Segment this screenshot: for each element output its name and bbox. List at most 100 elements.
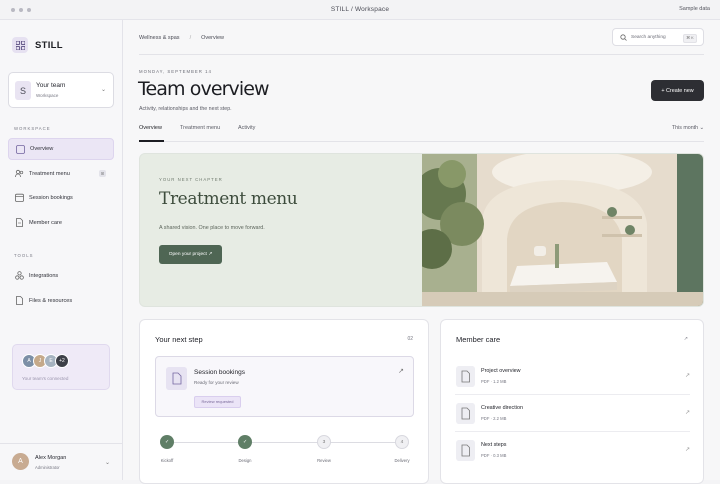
progress-track — [167, 442, 402, 443]
files-icon — [16, 296, 23, 305]
team-switcher[interactable]: S Your team Workspace ⌄ — [8, 72, 114, 108]
file-title: Creative direction — [481, 405, 523, 411]
open-arrow-icon[interactable]: ↗ — [685, 409, 690, 416]
user-name: Alex Morgan — [35, 455, 67, 461]
hero-banner: YOUR NEXT CHAPTER Treatment menu A share… — [139, 153, 704, 307]
breadcrumb-item[interactable]: Overview — [201, 35, 224, 41]
file-meta: PDF · 2.2 MB — [481, 416, 507, 421]
active-tab-indicator — [139, 140, 164, 142]
progress-label: Design — [238, 458, 252, 463]
integrations-icon — [15, 271, 24, 280]
open-project-button[interactable]: Open your project ↗ — [159, 245, 222, 264]
search-input[interactable]: Search anything ⌘ K — [612, 28, 704, 46]
main-content: Wellness & spas / Overview Search anythi… — [123, 20, 720, 484]
next-step-card: Your next step 02 Session bookings Ready… — [139, 319, 429, 484]
breadcrumb-separator: / — [189, 35, 192, 41]
window-title: STILL / Workspace — [330, 6, 390, 13]
period-select[interactable]: This month ⌄ — [672, 125, 704, 131]
team-avatar: S — [15, 81, 31, 100]
open-arrow-icon[interactable]: ↗ — [685, 446, 690, 453]
progress-step-review[interactable]: 3 — [317, 435, 331, 449]
sample-data-label[interactable]: Sample data — [679, 6, 710, 12]
sidebar-item-label: Session bookings — [29, 195, 73, 201]
file-title: Project overview — [481, 368, 521, 374]
file-row[interactable]: Creative direction PDF · 2.2 MB ↗ — [455, 395, 690, 432]
next-step-item[interactable]: Session bookings Ready for your review R… — [155, 356, 414, 417]
breadcrumb: Wellness & spas / Overview — [139, 35, 224, 41]
calendar-icon — [15, 193, 24, 202]
chevron-down-icon: ⌄ — [104, 460, 110, 466]
step-title: Session bookings — [194, 369, 245, 376]
step-count: 02 — [407, 336, 413, 342]
sidebar-item-session-bookings[interactable]: Session bookings — [8, 187, 114, 209]
tab-bar: Overview Treatment menu Activity This mo… — [139, 125, 704, 142]
hero-title: Treatment menu — [159, 189, 298, 209]
window-titlebar: STILL / Workspace Sample data — [0, 0, 720, 20]
sidebar-item-overview[interactable]: Overview — [8, 138, 114, 160]
file-row[interactable]: Next steps PDF · 0.3 MB ↗ — [455, 432, 690, 469]
sidebar-item-label: Treatment menu — [29, 171, 70, 177]
team-connected-card[interactable]: A J E +2 Your team's connected — [12, 344, 110, 390]
pdf-file-icon — [456, 440, 475, 461]
hero-kicker: YOUR NEXT CHAPTER — [159, 177, 223, 182]
user-role: Administrator — [35, 465, 60, 470]
connected-text: Your team's connected — [22, 376, 69, 381]
file-row[interactable]: Project overview PDF · 1.2 MB ↗ — [455, 358, 690, 395]
user-menu[interactable]: A Alex Morgan Administrator ⌄ — [0, 443, 123, 480]
sidebar-item-label: Overview — [30, 146, 54, 152]
progress-label: Review — [317, 458, 331, 463]
card-title: Member care — [456, 335, 501, 344]
open-arrow-icon[interactable]: ↗ — [685, 372, 690, 379]
status-badge: Review requested — [194, 396, 241, 408]
sidebar-item-files-resources[interactable]: Files & resources — [8, 290, 114, 312]
search-icon — [620, 34, 627, 41]
logo-grid-icon — [12, 37, 28, 53]
document-icon — [166, 367, 187, 390]
tab-activity[interactable]: Activity — [238, 125, 255, 131]
progress-label: Delivery — [394, 458, 410, 463]
team-avatars: A J E +2 — [22, 354, 69, 368]
card-title: Your next step — [155, 335, 203, 344]
avatar: A — [12, 453, 29, 470]
pdf-file-icon — [456, 403, 475, 424]
workspace-section-label: WORKSPACE — [14, 126, 51, 131]
tools-section-label: TOOLS — [14, 253, 34, 258]
team-name: Your team — [36, 82, 66, 89]
progress-step-design[interactable]: ✓ — [238, 435, 252, 449]
file-meta: PDF · 0.3 MB — [481, 453, 507, 458]
search-placeholder: Search anything — [631, 34, 666, 40]
divider — [139, 54, 704, 55]
member-care-card: Member care ↗ Project overview PDF · 1.2… — [440, 319, 704, 484]
people-icon — [15, 169, 24, 178]
open-arrow-icon[interactable]: ↗ — [398, 367, 404, 375]
sidebar-item-label: Member care — [29, 220, 62, 226]
file-meta: PDF · 1.2 MB — [481, 379, 507, 384]
sidebar-item-member-care[interactable]: Member care — [8, 212, 114, 234]
hero-text: A shared vision. One place to move forwa… — [159, 225, 265, 231]
sidebar-item-label: Integrations — [29, 273, 59, 279]
logo-text: STILL — [35, 39, 63, 51]
sidebar-item-label: Files & resources — [29, 298, 73, 304]
progress-step-kickoff[interactable]: ✓ — [160, 435, 174, 449]
spa-room-image — [422, 154, 703, 306]
progress-step-delivery[interactable]: 4 — [395, 435, 409, 449]
page-title: Team overview — [138, 78, 270, 100]
step-subtitle: Ready for your review — [194, 380, 239, 385]
progress-label: Kickoff — [160, 458, 174, 463]
keyboard-shortcut: ⌘ K — [683, 33, 697, 43]
breadcrumb-item[interactable]: Wellness & spas — [139, 35, 180, 41]
sidebar-item-integrations[interactable]: Integrations — [8, 265, 114, 287]
sidebar: STILL S Your team Workspace ⌄ WORKSPACE … — [0, 20, 123, 480]
chevron-down-icon: ⌄ — [100, 87, 106, 93]
create-new-button[interactable]: + Create new — [651, 80, 704, 101]
expand-icon[interactable]: ↗ — [684, 336, 688, 342]
sidebar-item-treatment-menu[interactable]: Treatment menu 8 — [8, 163, 114, 185]
page-subtitle: Activity, relationships and the next ste… — [139, 106, 232, 112]
app-logo[interactable]: STILL — [12, 37, 63, 53]
file-title: Next steps — [481, 442, 507, 448]
date-label: MONDAY, SEPTEMBER 14 — [139, 69, 212, 74]
team-subtitle: Workspace — [36, 93, 59, 98]
tab-treatment-menu[interactable]: Treatment menu — [180, 125, 220, 131]
avatar-more: +2 — [55, 354, 69, 368]
tab-overview[interactable]: Overview — [139, 125, 162, 131]
